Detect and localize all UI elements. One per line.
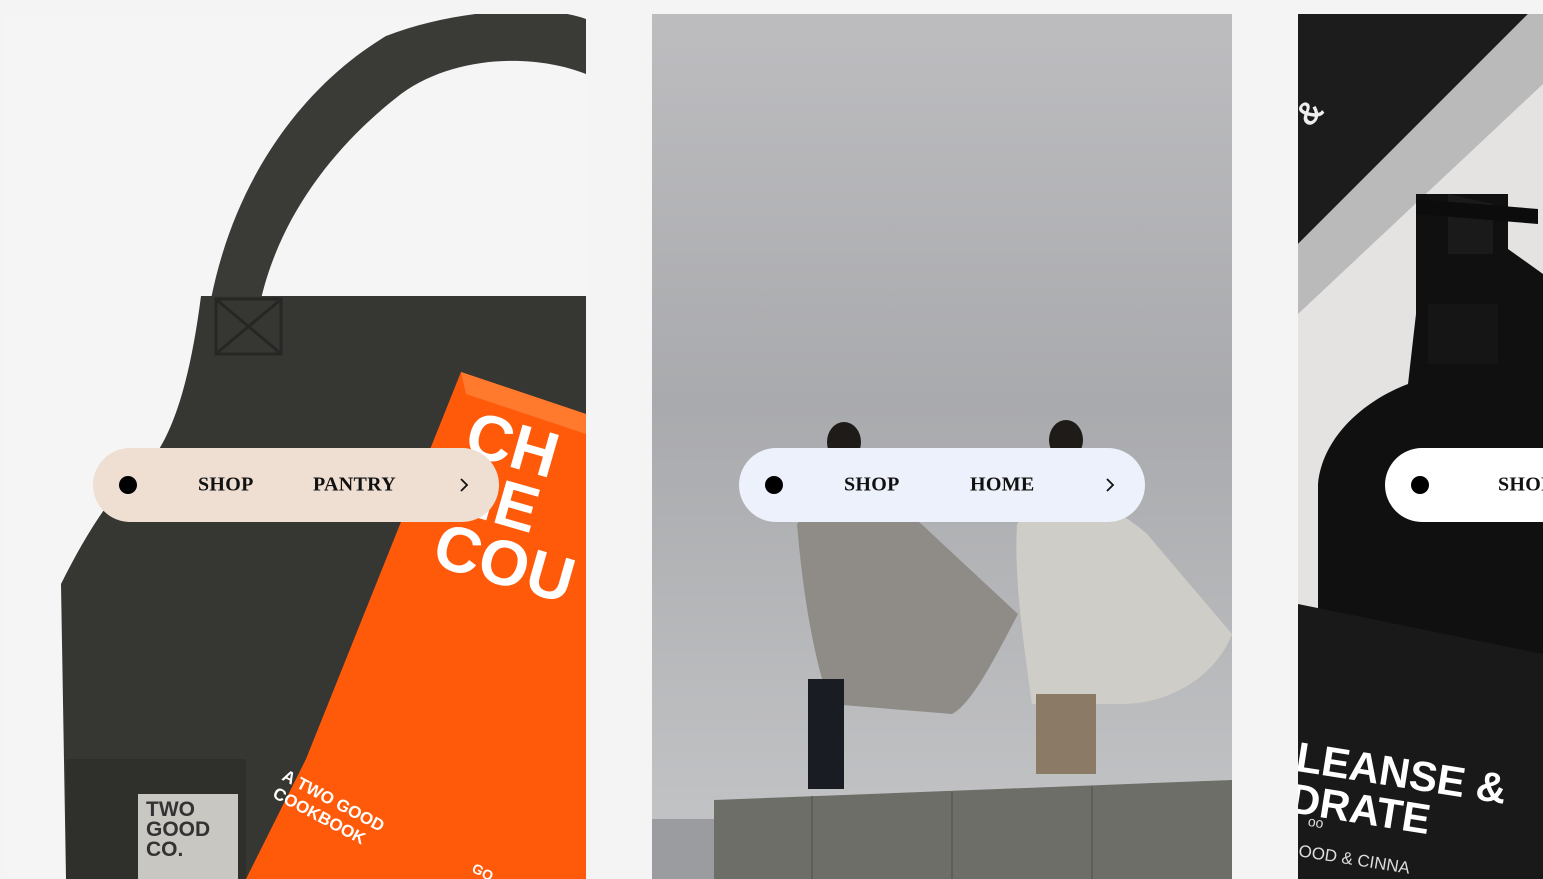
shop-body-button[interactable]: SHOP bbox=[1385, 448, 1543, 522]
dot-icon bbox=[1411, 476, 1429, 494]
chevron-right-icon bbox=[1106, 478, 1115, 492]
home-card[interactable]: SHOP HOME bbox=[652, 14, 1232, 879]
apron-tag-text: TWO GOOD CO. bbox=[146, 798, 211, 861]
shop-label: SHOP bbox=[844, 473, 900, 496]
category-label: HOME bbox=[970, 473, 1035, 496]
shop-home-button[interactable]: SHOP HOME bbox=[739, 448, 1145, 522]
category-label: PANTRY bbox=[313, 473, 396, 496]
dot-icon bbox=[765, 476, 783, 494]
pantry-card[interactable]: CH HE COU A TWO GOOD COOKBOOK GO TWO GOO… bbox=[6, 14, 586, 879]
shop-label: SHOP bbox=[198, 473, 254, 496]
bottle-small-text: oo bbox=[1306, 812, 1325, 832]
chevron-right-icon bbox=[460, 478, 469, 492]
blanket-people-photo bbox=[652, 14, 1232, 879]
dot-icon bbox=[119, 476, 137, 494]
shop-label: SHOP bbox=[1498, 473, 1543, 496]
body-care-card[interactable]: & LEANSE & DRATE oo OOD & CINNA SHOP bbox=[1298, 14, 1543, 879]
shop-pantry-button[interactable]: SHOP PANTRY bbox=[93, 448, 499, 522]
